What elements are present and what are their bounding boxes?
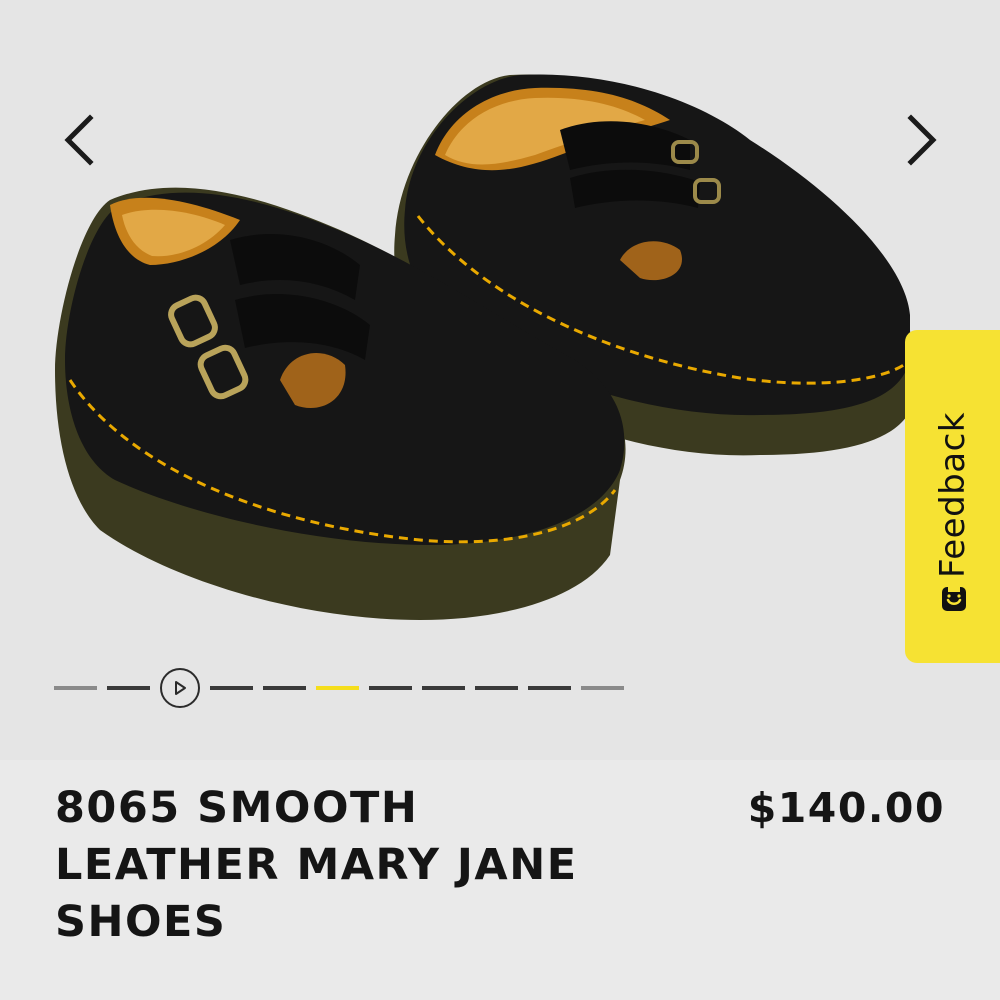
chevron-right-icon [907, 114, 937, 166]
previous-image-button[interactable] [48, 105, 108, 175]
next-image-button[interactable] [893, 105, 953, 175]
product-gallery [0, 0, 1000, 760]
slide-dot[interactable] [54, 686, 97, 690]
smiley-face-icon [942, 587, 966, 611]
slide-dot[interactable] [263, 686, 306, 690]
slide-dot[interactable] [210, 686, 253, 690]
slide-dot[interactable] [422, 686, 465, 690]
slide-dot[interactable] [475, 686, 518, 690]
play-icon [175, 681, 186, 695]
feedback-button[interactable]: Feedback [905, 330, 1000, 663]
product-info: 8065 SMOOTH LEATHER MARY JANE SHOES $140… [0, 760, 1000, 1000]
feedback-label: Feedback [932, 412, 973, 578]
slide-dot[interactable] [581, 686, 624, 690]
product-price: $140.00 [747, 784, 945, 832]
product-image [55, 74, 915, 620]
product-title: 8065 SMOOTH LEATHER MARY JANE SHOES [55, 783, 578, 947]
slide-dot-active[interactable] [316, 686, 359, 690]
slide-indicator [54, 668, 634, 708]
play-video-button[interactable] [160, 668, 200, 708]
slide-dot[interactable] [528, 686, 571, 690]
slide-dot[interactable] [369, 686, 412, 690]
slide-dot[interactable] [107, 686, 150, 690]
chevron-left-icon [64, 114, 94, 166]
